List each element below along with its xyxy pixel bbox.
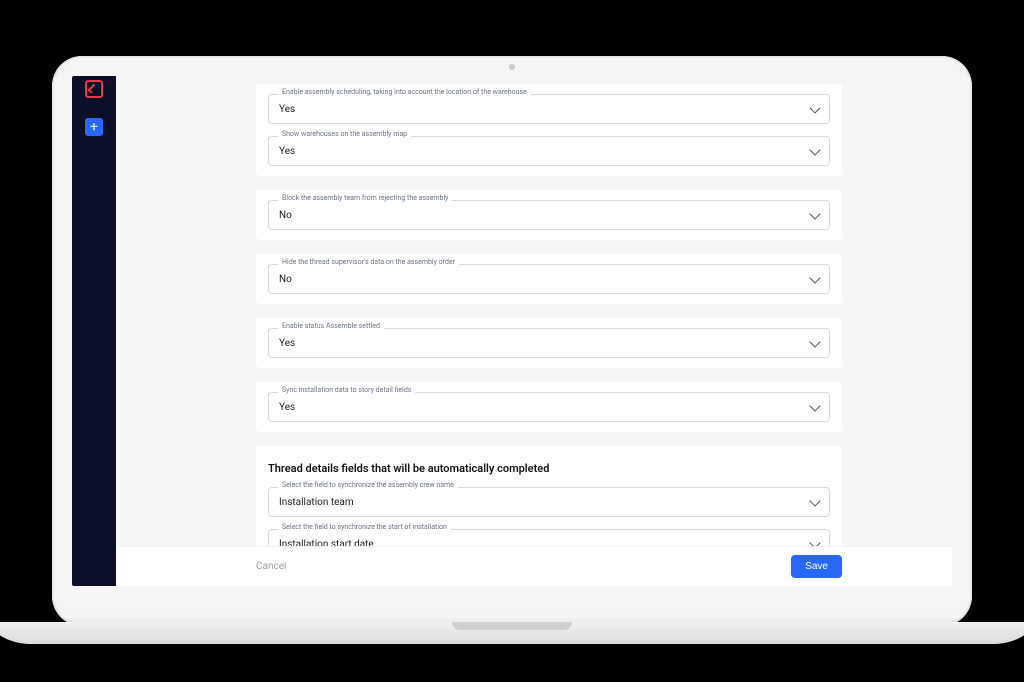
thread-field: Select the field to synchronize the star…: [268, 529, 830, 546]
chevron-down-icon: [809, 400, 820, 411]
field-label: Sync installation data to story detail f…: [278, 386, 415, 394]
chevron-down-icon: [809, 208, 820, 219]
select-show-warehouses[interactable]: Yes: [268, 136, 830, 166]
select-value: Yes: [279, 146, 295, 157]
select-block-rejecting[interactable]: No: [268, 200, 830, 230]
settings-card: Hide the thread supervisor's data on the…: [256, 254, 842, 304]
field-label: Enable assembly scheduling, taking into …: [278, 88, 531, 96]
select-assembly-scheduling[interactable]: Yes: [268, 94, 830, 124]
settings-card: Sync installation data to story detail f…: [256, 382, 842, 432]
chevron-down-icon: [809, 144, 820, 155]
field-label: Show warehouses on the assembly map: [278, 130, 411, 138]
app-logo-icon[interactable]: [85, 80, 103, 98]
camera-dot: [509, 64, 515, 70]
footer: Cancel Save: [116, 546, 952, 586]
setting-field: Hide the thread supervisor's data on the…: [268, 264, 830, 294]
sidebar: +: [72, 76, 116, 586]
setting-field: Show warehouses on the assembly map Yes: [268, 136, 830, 166]
save-button[interactable]: Save: [791, 555, 842, 578]
field-label: Select the field to synchronize the asse…: [278, 481, 458, 489]
laptop-frame: + Enable assembly scheduling, taking int…: [52, 56, 972, 626]
setting-field: Sync installation data to story detail f…: [268, 392, 830, 422]
field-label: Block the assembly team from rejecting t…: [278, 194, 452, 202]
chevron-down-icon: [809, 102, 820, 113]
settings-card: Enable status Assemble settled Yes: [256, 318, 842, 368]
thread-field: Select the field to synchronize the asse…: [268, 487, 830, 517]
settings-content: Enable assembly scheduling, taking into …: [116, 76, 952, 546]
select-value: Yes: [279, 338, 295, 349]
field-label: Select the field to synchronize the star…: [278, 523, 451, 531]
select-crew-name-field[interactable]: Installation team: [268, 487, 830, 517]
add-button[interactable]: +: [85, 118, 103, 136]
chevron-down-icon: [809, 272, 820, 283]
select-sync-installation[interactable]: Yes: [268, 392, 830, 422]
chevron-down-icon: [809, 537, 820, 546]
select-start-field[interactable]: Installation start date: [268, 529, 830, 546]
cancel-button[interactable]: Cancel: [256, 561, 286, 572]
select-value: No: [279, 210, 292, 221]
select-hide-supervisor[interactable]: No: [268, 264, 830, 294]
main-pane: Enable assembly scheduling, taking into …: [116, 76, 952, 586]
setting-field: Enable assembly scheduling, taking into …: [268, 94, 830, 124]
laptop-base: [0, 622, 1024, 644]
select-value: Yes: [279, 104, 295, 115]
settings-card: Block the assembly team from rejecting t…: [256, 190, 842, 240]
select-enable-settled[interactable]: Yes: [268, 328, 830, 358]
chevron-down-icon: [809, 336, 820, 347]
select-value: Installation start date: [279, 539, 374, 547]
select-value: No: [279, 274, 292, 285]
select-value: Yes: [279, 402, 295, 413]
select-value: Installation team: [279, 497, 354, 508]
chevron-down-icon: [809, 495, 820, 506]
screen: + Enable assembly scheduling, taking int…: [72, 76, 952, 586]
field-label: Enable status Assemble settled: [278, 322, 384, 330]
setting-field: Enable status Assemble settled Yes: [268, 328, 830, 358]
section-title: Thread details fields that will be autom…: [268, 462, 830, 475]
setting-field: Block the assembly team from rejecting t…: [268, 200, 830, 230]
thread-details-card: Thread details fields that will be autom…: [256, 446, 842, 546]
field-label: Hide the thread supervisor's data on the…: [278, 258, 459, 266]
settings-card: Enable assembly scheduling, taking into …: [256, 84, 842, 176]
